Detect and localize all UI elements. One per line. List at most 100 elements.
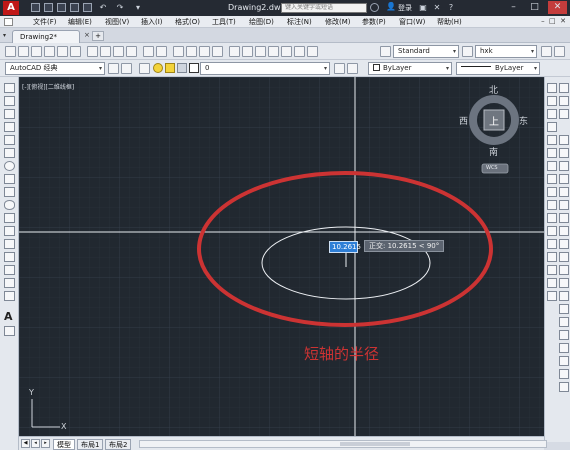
dim-space-icon[interactable] [559,278,569,288]
copy-object-icon[interactable] [547,96,557,106]
menu-tools[interactable]: 工具(T) [212,17,236,27]
menu-insert[interactable]: 插入(I) [141,17,163,27]
draw-order-icon[interactable] [559,83,569,93]
line-icon[interactable] [4,83,15,93]
scrollbar-thumb[interactable] [340,442,410,446]
menu-format[interactable]: 格式(O) [175,17,200,27]
dim-break-icon[interactable] [559,291,569,301]
ordinate-dim-icon[interactable] [559,174,569,184]
fillet-icon[interactable] [547,278,557,288]
viewcube-west-label[interactable]: 西 [459,114,468,127]
search-input[interactable]: 键入关键字或短语 [281,3,367,13]
trim-icon[interactable] [547,200,557,210]
linear-dim-icon[interactable] [559,135,569,145]
arc-length-icon[interactable] [559,161,569,171]
make-block-icon[interactable] [4,239,15,249]
menu-help[interactable]: 帮助(H) [437,17,462,27]
open-icon[interactable] [18,46,29,57]
make-current-layer-icon[interactable] [334,63,345,74]
cut-icon[interactable] [87,46,98,57]
array-icon[interactable] [547,135,557,145]
rotate-icon[interactable] [547,161,557,171]
construction-line-icon[interactable] [4,96,15,106]
save-icon[interactable] [57,3,66,12]
polyline-icon[interactable] [4,109,15,119]
center-mark-icon[interactable] [559,317,569,327]
plot-icon[interactable] [44,46,55,57]
print-icon[interactable] [83,3,92,12]
exchange-icon[interactable]: ✕ [432,3,442,13]
send-back-icon[interactable] [559,109,569,119]
menu-parametric[interactable]: 参数(P) [362,17,386,27]
redo-icon[interactable]: ↷ [115,3,125,13]
inspect-icon[interactable] [559,330,569,340]
ellipse-icon[interactable] [4,200,15,210]
multiline-text-icon[interactable]: A [4,310,13,323]
explode-icon[interactable] [547,291,557,301]
linetype-select[interactable]: ByLayer ▾ [456,62,540,75]
cart-icon[interactable]: ▣ [418,3,428,13]
tab-layout2[interactable]: 布局2 [105,439,132,450]
hatch-icon[interactable] [4,265,15,275]
design-center-icon[interactable] [242,46,253,57]
viewcube-east-label[interactable]: 东 [519,114,528,127]
dim-edit-icon[interactable] [559,356,569,366]
undo-icon[interactable]: ↶ [98,3,108,13]
app-logo-button[interactable]: A [3,1,19,15]
dim-style-select[interactable]: hxk ▾ [475,45,537,58]
insert-block-icon[interactable] [4,226,15,236]
match-properties-icon[interactable] [126,46,137,57]
wcs-label[interactable]: WCS [486,165,498,171]
markup-icon[interactable] [281,46,292,57]
minimize-button[interactable]: – [504,1,523,14]
menu-modify[interactable]: 修改(M) [325,17,351,27]
layer-properties-icon[interactable] [139,63,150,74]
first-layout-icon[interactable]: ◀ [21,439,30,448]
maximize-button[interactable]: □ [525,1,544,14]
join-icon[interactable] [547,252,557,262]
dynamic-input-field[interactable]: 10.2615 [329,241,361,253]
dim-update-icon[interactable] [559,382,569,392]
zoom-window-icon[interactable] [199,46,210,57]
qnew-icon[interactable] [5,46,16,57]
text-style-icon[interactable] [380,46,391,57]
viewcube-north-label[interactable]: 北 [489,83,498,96]
workspace-settings-icon[interactable] [108,63,119,74]
menu-draw[interactable]: 绘图(D) [249,17,274,27]
new-icon[interactable] [31,3,40,12]
chamfer-icon[interactable] [547,265,557,275]
workspace-select[interactable]: AutoCAD 经典 ▾ [5,62,105,75]
tab-model[interactable]: 模型 [53,439,75,450]
quick-dim-icon[interactable] [559,239,569,249]
workspace-dropdown-icon[interactable]: ▾ [133,3,143,13]
zoom-previous-icon[interactable] [212,46,223,57]
new-tab-button[interactable]: + [92,31,104,41]
polygon-icon[interactable] [4,122,15,132]
jogged-dim-icon[interactable] [559,200,569,210]
scale-icon[interactable] [547,174,557,184]
color-select[interactable]: ByLayer ▾ [368,62,452,75]
jogged-linear-icon[interactable] [559,343,569,353]
ellipse-arc-icon[interactable] [4,213,15,223]
stretch-icon[interactable] [547,187,557,197]
dim-style-icon[interactable] [462,46,473,57]
circle-icon[interactable] [4,161,15,171]
pan-icon[interactable] [173,46,184,57]
lock-icon[interactable] [177,63,187,73]
login-button[interactable]: 登录 [398,3,412,13]
layer-select[interactable]: 0 ▾ [200,62,330,75]
viewport-controls-label[interactable]: [-][俯视][二维线框] [22,82,74,91]
continue-dim-icon[interactable] [559,265,569,275]
multileader-style-icon[interactable] [554,46,565,57]
bulb-icon[interactable] [153,63,163,73]
publish-icon[interactable] [70,46,81,57]
preview-icon[interactable] [57,46,68,57]
revision-cloud-icon[interactable] [4,174,15,184]
layer-color-swatch[interactable] [189,63,199,73]
move-icon[interactable] [547,148,557,158]
tab-close-icon[interactable]: × [84,31,90,39]
break-at-point-icon[interactable] [547,226,557,236]
save-as-icon[interactable] [70,3,79,12]
break-icon[interactable] [547,239,557,249]
layer-previous-icon[interactable] [347,63,358,74]
